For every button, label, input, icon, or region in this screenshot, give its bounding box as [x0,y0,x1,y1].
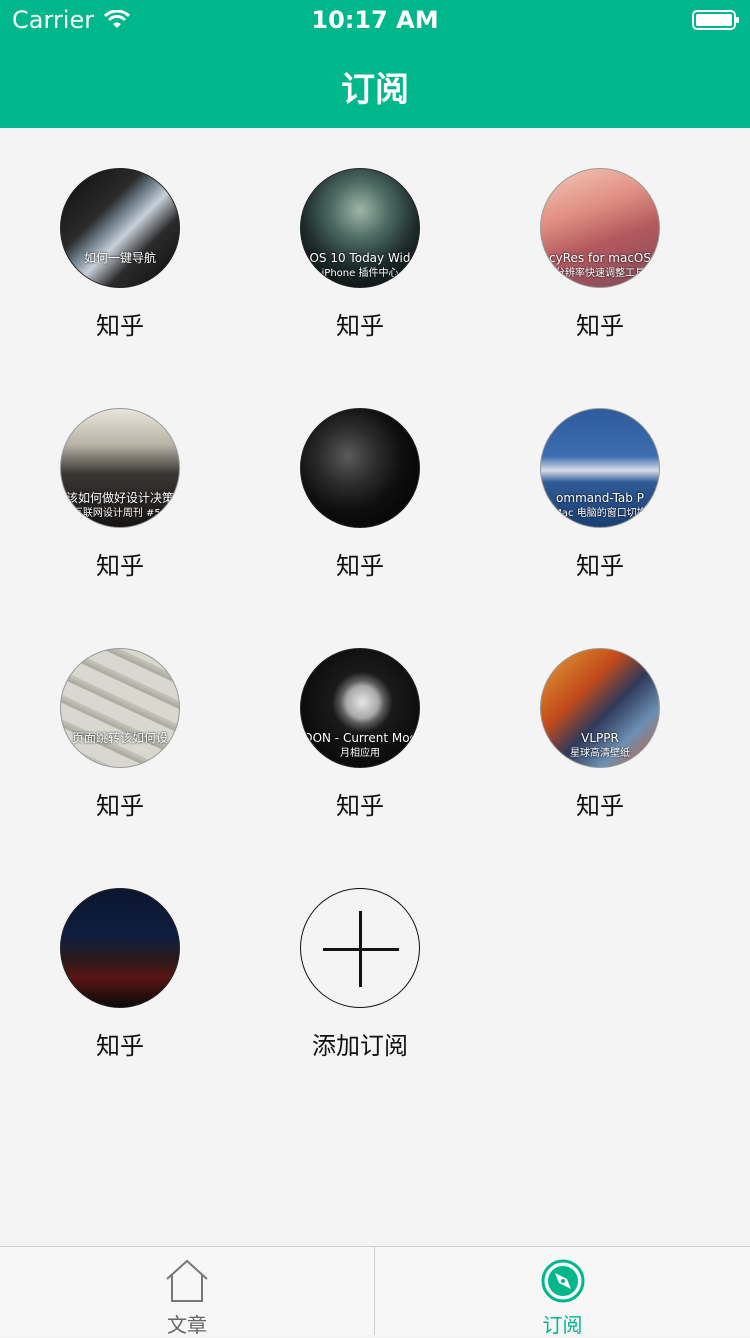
status-time: 10:17 AM [311,6,439,34]
add-subscription-button[interactable]: 添加订阅 [240,848,480,1088]
subscription-label: 知乎 [336,312,384,340]
subscription-thumbnail: OS 10 Today Wid iPhone 插件中心 [300,168,420,288]
subscription-label: 知乎 [96,312,144,340]
subscription-thumbnail [60,888,180,1008]
home-icon [166,1259,208,1302]
thumbnail-caption: 页面跳转该如何设 [71,731,168,745]
subscription-item[interactable]: 知乎 [0,848,240,1088]
subscription-item[interactable]: 知乎 [240,368,480,608]
thumbnail-subcaption: 星球高清壁纸 [570,748,630,759]
subscription-item[interactable]: OON - Current Moo 月相应用 知乎 [240,608,480,848]
tab-subscriptions[interactable]: 订阅 [375,1247,750,1337]
thumbnail-caption: cyRes for macOS [549,251,651,265]
subscription-thumbnail: 页面跳转该如何设 [60,648,180,768]
tab-bar: 文章 订阅 [0,1246,750,1337]
thumbnail-subcaption: 互联网设计周刊 #56 [72,508,168,519]
subscription-thumbnail: 如何一键导航 [60,168,180,288]
thumbnail-subcaption: iPhone 插件中心 [321,268,399,279]
subscription-label: 知乎 [336,552,384,580]
subscription-item[interactable]: OS 10 Today Wid iPhone 插件中心 知乎 [240,128,480,368]
thumbnail-caption: 该如何做好设计决策 [65,491,174,505]
thumbnail-subcaption: 月相应用 [340,748,380,759]
battery-icon [692,10,739,30]
tab-articles[interactable]: 文章 [0,1247,375,1337]
subscription-label: 知乎 [576,792,624,820]
subscription-item[interactable]: 页面跳转该如何设 知乎 [0,608,240,848]
top-bar: Carrier 10:17 AM 订阅 [0,0,750,128]
thumbnail-caption: OON - Current Moo [303,731,417,745]
subscription-item[interactable]: VLPPR 星球高清壁纸 知乎 [480,608,720,848]
add-subscription-label: 添加订阅 [312,1032,408,1060]
status-bar: Carrier 10:17 AM [0,0,750,40]
thumbnail-caption: 如何一键导航 [83,251,156,265]
thumbnail-caption: ommand-Tab P [556,491,644,505]
subscription-label: 知乎 [96,552,144,580]
subscription-item[interactable]: 如何一键导航 知乎 [0,128,240,368]
subscription-label: 知乎 [96,792,144,820]
subscription-label: 知乎 [576,312,624,340]
subscription-grid: 如何一键导航 知乎 OS 10 Today Wid iPhone 插件中心 知乎… [0,128,750,1246]
thumbnail-caption: VLPPR [581,731,619,745]
page-title: 订阅 [341,70,409,110]
subscription-item[interactable]: ommand-Tab P Mac 电脑的窗口切换 知乎 [480,368,720,608]
subscription-thumbnail: 该如何做好设计决策 互联网设计周刊 #56 [60,408,180,528]
subscription-item[interactable]: cyRes for macOS 分辨率快速调整工具 知乎 [480,128,720,368]
subscription-thumbnail: OON - Current Moo 月相应用 [300,648,420,768]
subscription-thumbnail [300,408,420,528]
subscription-item[interactable]: 该如何做好设计决策 互联网设计周刊 #56 知乎 [0,368,240,608]
thumbnail-caption: OS 10 Today Wid [309,251,411,265]
thumbnail-subcaption: 分辨率快速调整工具 [555,268,645,279]
compass-icon [541,1259,584,1303]
subscription-label: 知乎 [96,1032,144,1060]
subscription-thumbnail: cyRes for macOS 分辨率快速调整工具 [540,168,660,288]
subscription-thumbnail: ommand-Tab P Mac 电脑的窗口切换 [540,408,660,528]
subscription-label: 知乎 [576,552,624,580]
add-icon[interactable] [300,888,420,1008]
subscription-thumbnail: VLPPR 星球高清壁纸 [540,648,660,768]
subscription-label: 知乎 [336,792,384,820]
plus-vertical [359,911,362,987]
thumbnail-subcaption: Mac 电脑的窗口切换 [553,508,647,519]
